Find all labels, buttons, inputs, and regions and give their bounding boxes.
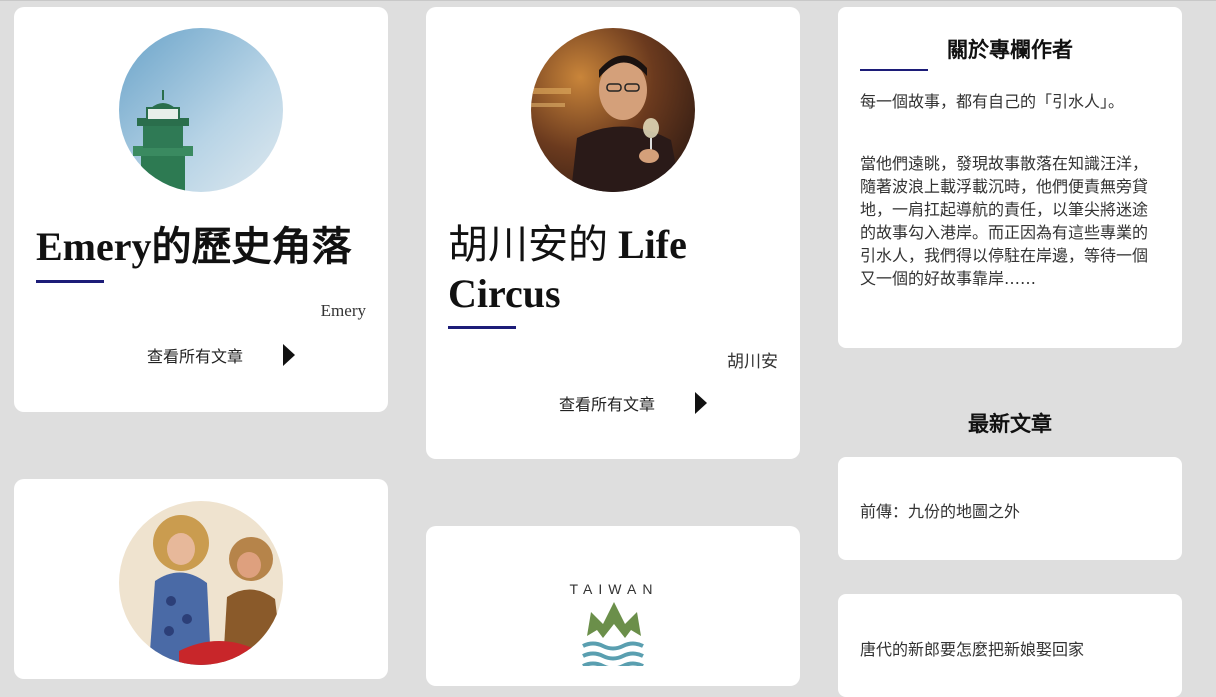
view-all-label: 查看所有文章 [147, 347, 244, 366]
about-heading: 關於專欄作者 [947, 38, 1073, 62]
column-card-emery[interactable]: Emery的歷史角落 Emery 查看所有文章 [14, 7, 388, 412]
view-all-button[interactable]: 查看所有文章 [147, 343, 296, 367]
about-intro: 每一個故事，都有自己的「引水人」。 [860, 92, 1125, 111]
latest-article-title[interactable]: 前傳：九份的地圖之外 [860, 498, 1020, 522]
column-card-painting[interactable] [14, 479, 388, 679]
latest-article-item[interactable]: 唐代的新郎要怎麼把新娘娶回家 [838, 594, 1182, 697]
latest-article-title[interactable]: 唐代的新郎要怎麼把新娘娶回家 [860, 636, 1084, 660]
svg-text:TAIWAN: TAIWAN [570, 581, 659, 597]
avatar-miniature-painting [119, 501, 283, 665]
column-card-taiwan[interactable]: TAIWAN [426, 526, 800, 686]
about-body: 當他們遠眺，發現故事散落在知識汪洋，隨著波浪上載浮載沉時，他們便責無旁貸地，一肩… [860, 154, 1149, 288]
column-card-life-circus[interactable]: 胡川安的 Life Circus 胡川安 查看所有文章 [426, 7, 800, 459]
title-underline [448, 326, 516, 329]
taiwan-logo: TAIWAN [570, 581, 659, 666]
arrow-right-icon [283, 344, 296, 366]
top-divider [0, 0, 1216, 1]
column-title[interactable]: 胡川安的 Life Circus [448, 220, 788, 318]
latest-heading: 最新文章 [968, 412, 1052, 436]
about-author-panel: 關於專欄作者 每一個故事，都有自己的「引水人」。 當他們遠眺，發現故事散落在知識… [838, 7, 1182, 348]
about-underline [860, 69, 928, 71]
avatar-author-photo [531, 28, 695, 192]
avatar-lighthouse [119, 28, 283, 192]
view-all-label: 查看所有文章 [559, 395, 656, 414]
author-name[interactable]: 胡川安 [727, 347, 778, 372]
title-underline [36, 280, 104, 283]
column-title[interactable]: Emery的歷史角落 [36, 222, 376, 271]
view-all-button[interactable]: 查看所有文章 [559, 391, 708, 415]
arrow-right-icon [695, 392, 708, 414]
author-name[interactable]: Emery [321, 301, 366, 321]
latest-article-item[interactable]: 前傳：九份的地圖之外 [838, 457, 1182, 560]
